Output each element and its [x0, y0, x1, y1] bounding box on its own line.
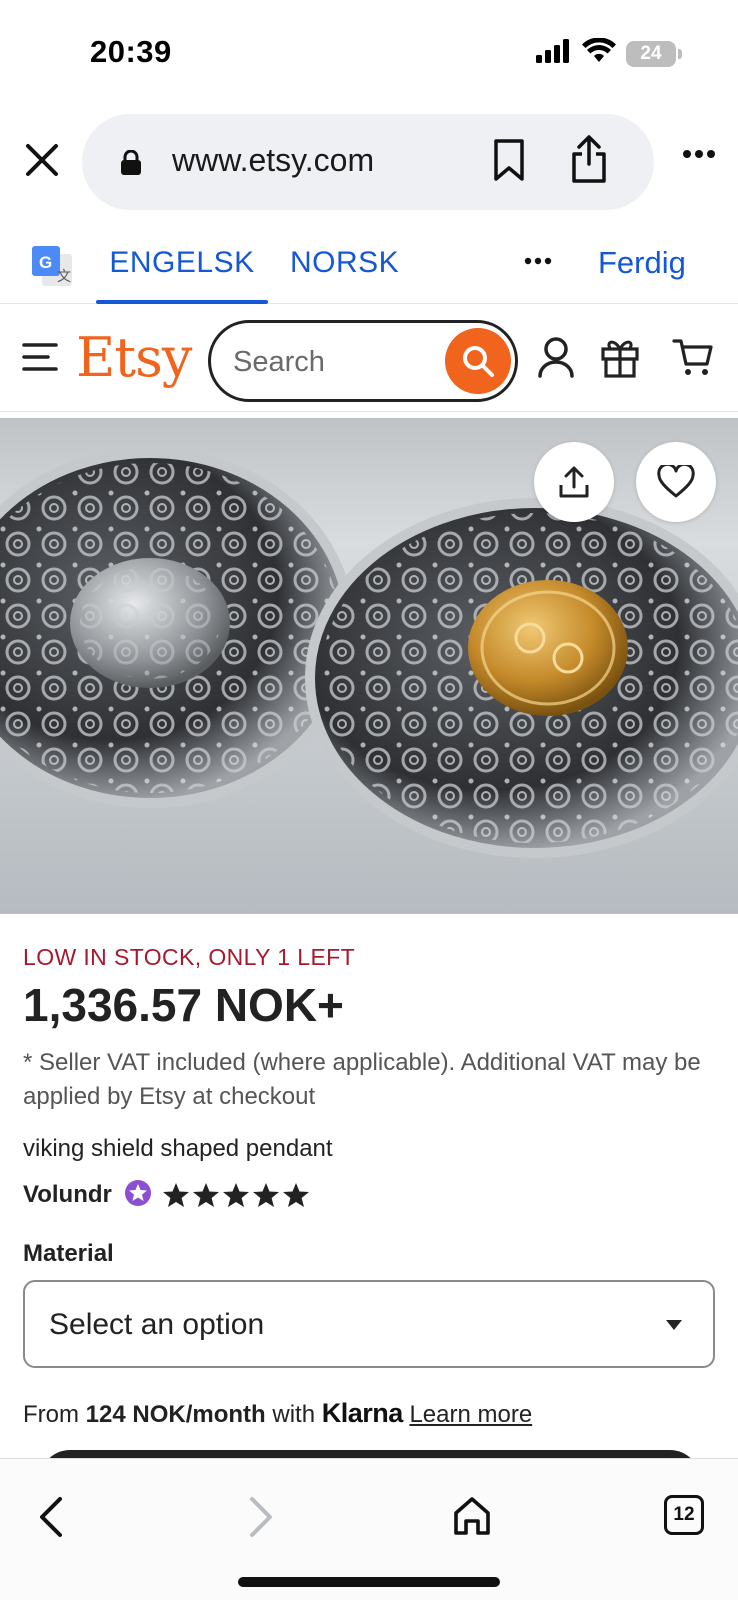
material-label: Material: [23, 1240, 114, 1267]
material-select[interactable]: Select an option: [23, 1280, 715, 1368]
favorite-button[interactable]: [636, 442, 716, 522]
vat-note: * Seller VAT included (where applicable)…: [23, 1049, 701, 1110]
klarna-financing: From 124 NOK/month with Klarna Learn mor…: [23, 1398, 532, 1429]
more-options-icon[interactable]: [682, 146, 716, 164]
rating-stars: [162, 1182, 310, 1208]
home-icon[interactable]: [452, 1495, 492, 1542]
tabs-count-button[interactable]: 12: [664, 1495, 704, 1535]
product-price: 1,336.57 NOK+: [23, 979, 344, 1031]
browser-url-row: www.etsy.com: [0, 112, 738, 212]
browser-bottom-nav: 12: [0, 1458, 738, 1600]
svg-text:文: 文: [57, 268, 71, 284]
product-image[interactable]: [0, 418, 738, 914]
product-photo-illustration: [0, 448, 738, 858]
home-indicator: [238, 1577, 500, 1587]
heart-icon: [657, 465, 695, 498]
klarna-logo: Klarna: [321, 1398, 404, 1428]
tab-target-language[interactable]: NORSK: [290, 226, 399, 304]
star-icon: [192, 1183, 219, 1207]
svg-text:G: G: [39, 253, 52, 272]
star-icon: [162, 1183, 189, 1207]
star-icon: [282, 1183, 309, 1207]
dropdown-arrow-icon: [665, 1318, 683, 1336]
klarna-prefix: From: [23, 1401, 86, 1428]
translate-done-button[interactable]: Ferdig: [598, 226, 686, 300]
search-box: [208, 320, 518, 402]
klarna-middle: with: [265, 1401, 322, 1428]
share-icon[interactable]: [570, 134, 608, 189]
menu-icon[interactable]: [22, 342, 58, 377]
address-bar[interactable]: www.etsy.com: [82, 114, 654, 210]
seller-name[interactable]: Volundr: [23, 1181, 112, 1209]
seller-row: Volundr: [23, 1178, 310, 1212]
lock-icon: [120, 149, 142, 181]
status-time: 20:39: [90, 34, 172, 69]
translate-more-icon[interactable]: [524, 252, 552, 270]
material-select-value: Select an option: [49, 1308, 265, 1341]
klarna-amount: 124 NOK/month: [85, 1401, 266, 1428]
status-icons: 24: [536, 37, 682, 69]
search-button[interactable]: [445, 328, 511, 394]
etsy-header: Etsy: [0, 312, 738, 412]
forward-icon[interactable]: [244, 1495, 278, 1544]
star-icon: [222, 1183, 249, 1207]
translate-bar: G 文 ENGELSK NORSK Ferdig: [0, 226, 738, 304]
battery-indicator: 24: [626, 40, 682, 67]
account-icon[interactable]: [538, 336, 574, 383]
cellular-signal-icon: [536, 39, 572, 68]
bookmark-icon[interactable]: [492, 138, 526, 187]
wifi-icon: [582, 37, 616, 69]
search-input[interactable]: [233, 343, 433, 381]
product-title: viking shield shaped pendant: [23, 1135, 333, 1162]
stock-status: LOW IN STOCK, ONLY 1 LEFT: [23, 944, 356, 970]
cart-icon[interactable]: [672, 336, 714, 383]
etsy-logo[interactable]: Etsy: [76, 326, 192, 389]
learn-more-link[interactable]: Learn more: [409, 1401, 532, 1428]
url-text: www.etsy.com: [172, 142, 375, 178]
back-icon[interactable]: [34, 1495, 68, 1544]
status-bar: 20:39 24: [0, 0, 738, 110]
image-share-button[interactable]: [534, 442, 614, 522]
star-icon: [252, 1183, 279, 1207]
star-seller-badge-icon: [124, 1179, 152, 1212]
google-translate-icon: G 文: [30, 244, 74, 293]
upload-share-icon: [559, 466, 589, 498]
close-icon[interactable]: [22, 140, 62, 180]
gift-icon[interactable]: [600, 336, 640, 383]
tab-source-language[interactable]: ENGELSK: [96, 226, 268, 304]
search-icon: [463, 346, 494, 377]
